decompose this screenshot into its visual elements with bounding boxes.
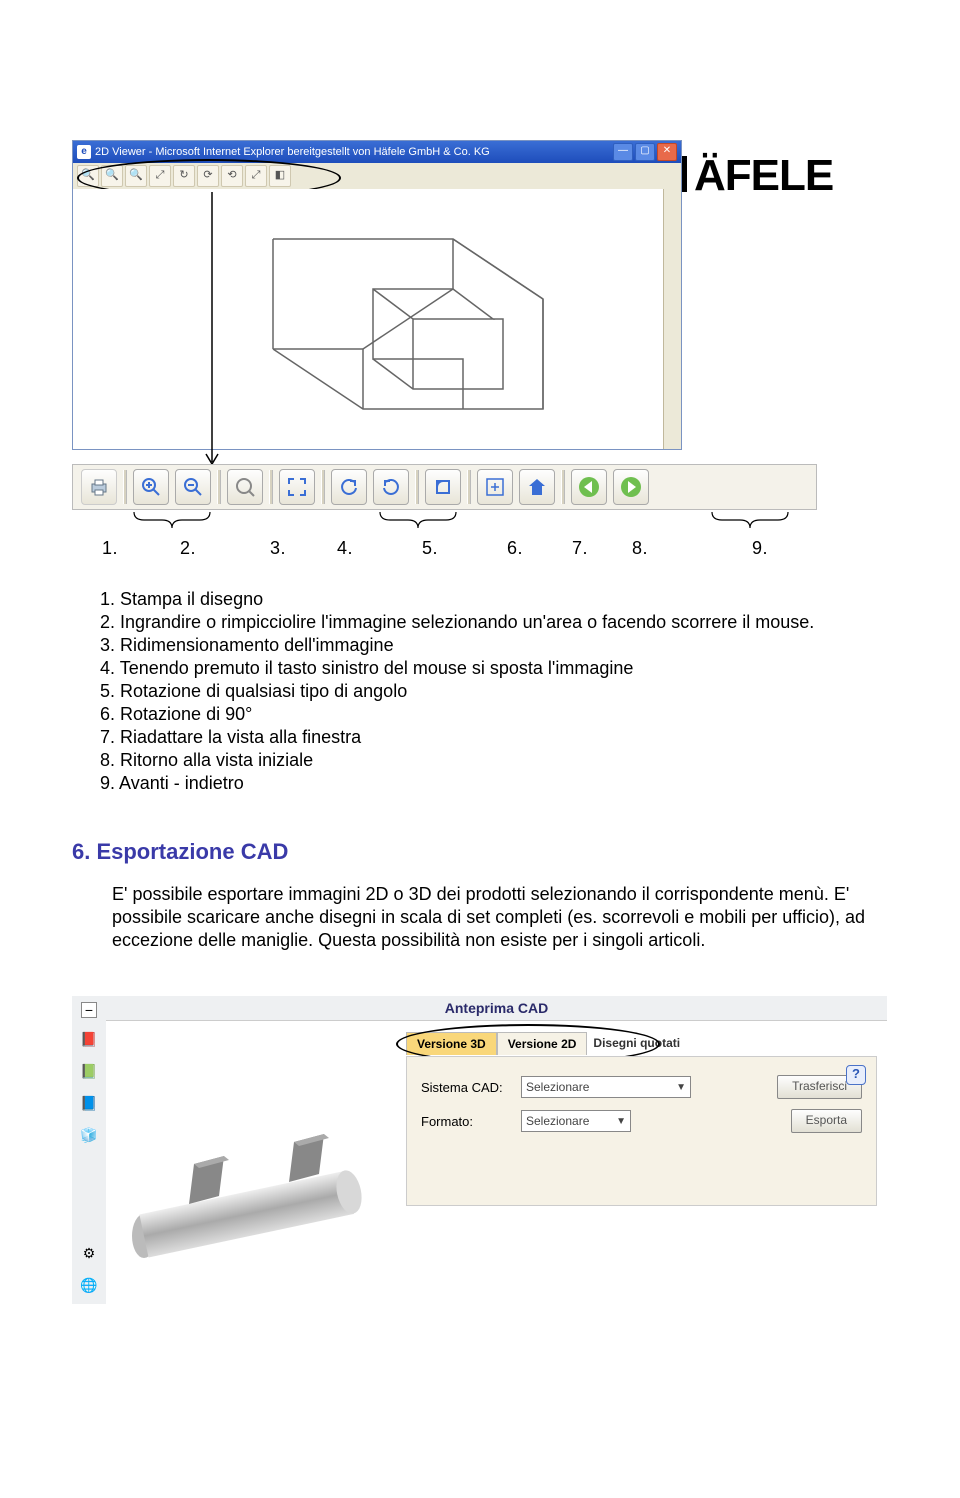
label-formato: Formato: (421, 1114, 511, 1129)
book3-icon[interactable]: 📘 (78, 1092, 100, 1114)
globe-icon[interactable]: 🌐 (78, 1274, 100, 1296)
label-3: 3. (270, 538, 286, 559)
cad-section-title: Anteprima CAD (106, 996, 887, 1021)
scrollbar[interactable] (663, 189, 681, 449)
select-sistema-cad[interactable]: Selezionare ▼ (521, 1076, 691, 1098)
maximize-button[interactable]: ▢ (635, 143, 655, 161)
window-title: 2D Viewer - Microsoft Internet Explorer … (95, 146, 490, 158)
rotate-ccw-icon[interactable] (331, 469, 367, 505)
label-2: 2. (180, 538, 196, 559)
list-item: 8. Ritorno alla vista iniziale (100, 749, 888, 772)
svg-text:ÄFELE: ÄFELE (694, 151, 833, 198)
list-item: 2. Ingrandire o rimpicciolire l'immagine… (100, 611, 888, 634)
esporta-button[interactable]: Esporta (791, 1109, 862, 1133)
section-paragraph: E' possibile esportare immagini 2D o 3D … (72, 883, 888, 952)
label-sistema-cad: Sistema CAD: (421, 1080, 511, 1095)
fit-view-icon[interactable] (477, 469, 513, 505)
toolbar-number-labels: 1. 2. 3. 4. 5. 6. 7. 8. 9. (72, 532, 892, 566)
toolbar-legend-list: 1. Stampa il disegno 2. Ingrandire o rim… (72, 588, 888, 795)
cube-icon[interactable]: 🧊 (78, 1124, 100, 1146)
label-1: 1. (102, 538, 118, 559)
label-6: 6. (507, 538, 523, 559)
back-icon[interactable] (571, 469, 607, 505)
zoom-in-icon[interactable] (133, 469, 169, 505)
select-value: Selezionare (526, 1114, 589, 1128)
cad-3d-render[interactable] (114, 1056, 394, 1286)
chevron-down-icon: ▼ (616, 1116, 626, 1127)
select-value: Selezionare (526, 1080, 589, 1094)
list-item: 1. Stampa il disegno (100, 588, 888, 611)
label-9: 9. (752, 538, 768, 559)
app-icon: e (77, 145, 91, 159)
book2-icon[interactable]: 📗 (78, 1060, 100, 1082)
rotate90-icon[interactable] (425, 469, 461, 505)
list-item: 3. Ridimensionamento dell'immagine (100, 634, 888, 657)
chevron-down-icon: ▼ (676, 1082, 686, 1093)
zoom-out-icon[interactable] (175, 469, 211, 505)
print-icon[interactable] (81, 469, 117, 505)
list-item: 6. Rotazione di 90° (100, 703, 888, 726)
fit-icon[interactable] (279, 469, 315, 505)
close-button[interactable]: ✕ (657, 143, 677, 161)
gear-icon[interactable]: ⚙ (78, 1242, 100, 1264)
label-5: 5. (422, 538, 438, 559)
cad-export-panel: ? Sistema CAD: Selezionare ▼ Trasferisci… (406, 1056, 877, 1206)
forward-icon[interactable] (613, 469, 649, 505)
viewer-window-screenshot: e 2D Viewer - Microsoft Internet Explore… (72, 140, 682, 450)
list-item: 7. Riadattare la vista alla finestra (100, 726, 888, 749)
rotate-cw-icon[interactable] (373, 469, 409, 505)
viewer-canvas[interactable] (73, 189, 663, 449)
list-item: 9. Avanti - indietro (100, 772, 888, 795)
help-icon[interactable]: ? (846, 1065, 866, 1085)
section-heading: 6. Esportazione CAD (72, 839, 888, 865)
list-item: 4. Tenendo premuto il tasto sinistro del… (100, 657, 888, 680)
label-7: 7. (572, 538, 588, 559)
book-icon[interactable]: 📕 (78, 1028, 100, 1050)
cad-preview-screenshot: − 📕 📗 📘 🧊 ⚙ 🌐 Anteprima CAD Versione 3D … (72, 996, 887, 1304)
toolbar-strip-screenshot (72, 464, 817, 510)
toolbar-braces (72, 510, 817, 532)
callout-arrow (202, 192, 222, 472)
collapse-icon[interactable]: − (81, 1002, 97, 1018)
label-4: 4. (337, 538, 353, 559)
label-8: 8. (632, 538, 648, 559)
select-formato[interactable]: Selezionare ▼ (521, 1110, 631, 1132)
cad-sidebar: − 📕 📗 📘 🧊 ⚙ 🌐 (72, 996, 107, 1304)
minimize-button[interactable]: — (613, 143, 633, 161)
home-icon[interactable] (519, 469, 555, 505)
zoom-area-icon[interactable] (227, 469, 263, 505)
list-item: 5. Rotazione di qualsiasi tipo di angolo (100, 680, 888, 703)
